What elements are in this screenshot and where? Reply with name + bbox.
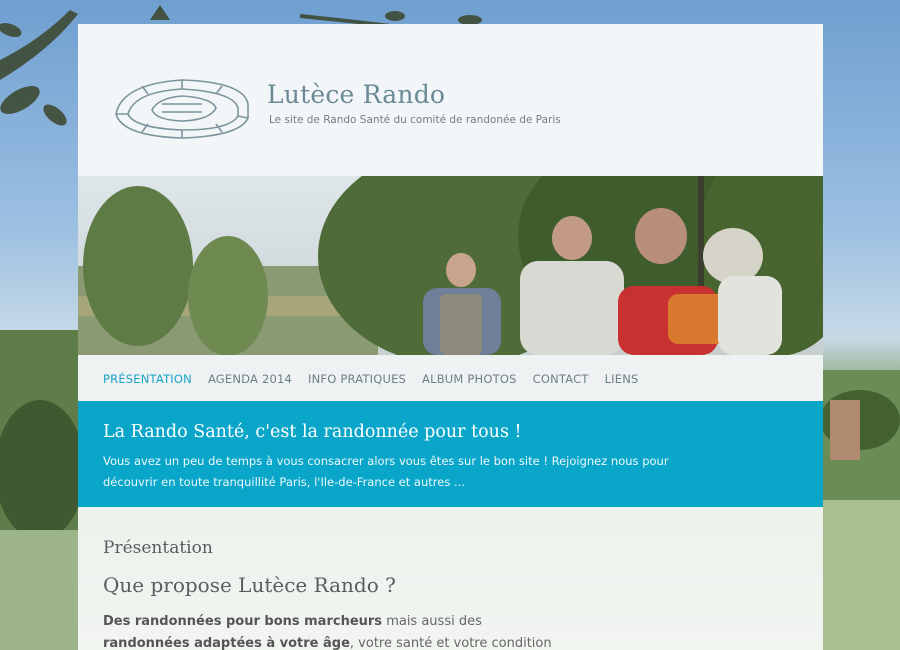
nav-item-liens[interactable]: Liens: [605, 372, 639, 386]
intro-banner: La Rando Santé, c'est la randonnée pour …: [78, 401, 823, 507]
main-navigation: Présentation Agenda 2014 Info pratiques …: [78, 355, 823, 401]
article-text-bold-1: Des randonnées pour bons marcheurs: [103, 614, 383, 629]
hero-photo: [78, 176, 823, 355]
nav-item-agenda[interactable]: Agenda 2014: [208, 372, 292, 386]
article-text-rest-1: mais aussi des: [382, 614, 482, 629]
nav-item-presentation[interactable]: Présentation: [103, 372, 192, 386]
nav-item-info-pratiques[interactable]: Info pratiques: [308, 372, 406, 386]
main-content: Présentation Que propose Lutèce Rando ? …: [78, 507, 823, 650]
site-title[interactable]: Lutèce Rando: [267, 80, 445, 109]
banner-title: La Rando Santé, c'est la randonnée pour …: [103, 422, 522, 442]
nav-list: Présentation Agenda 2014 Info pratiques …: [103, 372, 639, 386]
article-text-rest-2: , votre santé et votre condition: [349, 636, 552, 650]
site-header: Lutèce Rando Le site de Rando Santé du c…: [78, 24, 823, 176]
article-text-bold-2: randonnées adaptées à votre âge: [103, 636, 350, 650]
site-subtitle: Le site de Rando Santé du comité de rand…: [269, 114, 561, 126]
arena-logo-icon[interactable]: [112, 74, 252, 142]
page-container: Lutèce Rando Le site de Rando Santé du c…: [78, 24, 823, 650]
section-title: Présentation: [103, 538, 213, 558]
banner-text: Vous avez un peu de temps à vous consacr…: [103, 454, 669, 489]
nav-item-contact[interactable]: Contact: [533, 372, 589, 386]
article-title: Que propose Lutèce Rando ?: [103, 573, 396, 597]
nav-item-album-photos[interactable]: Album photos: [422, 372, 517, 386]
article-text: Des randonnées pour bons marcheurs mais …: [103, 611, 603, 650]
